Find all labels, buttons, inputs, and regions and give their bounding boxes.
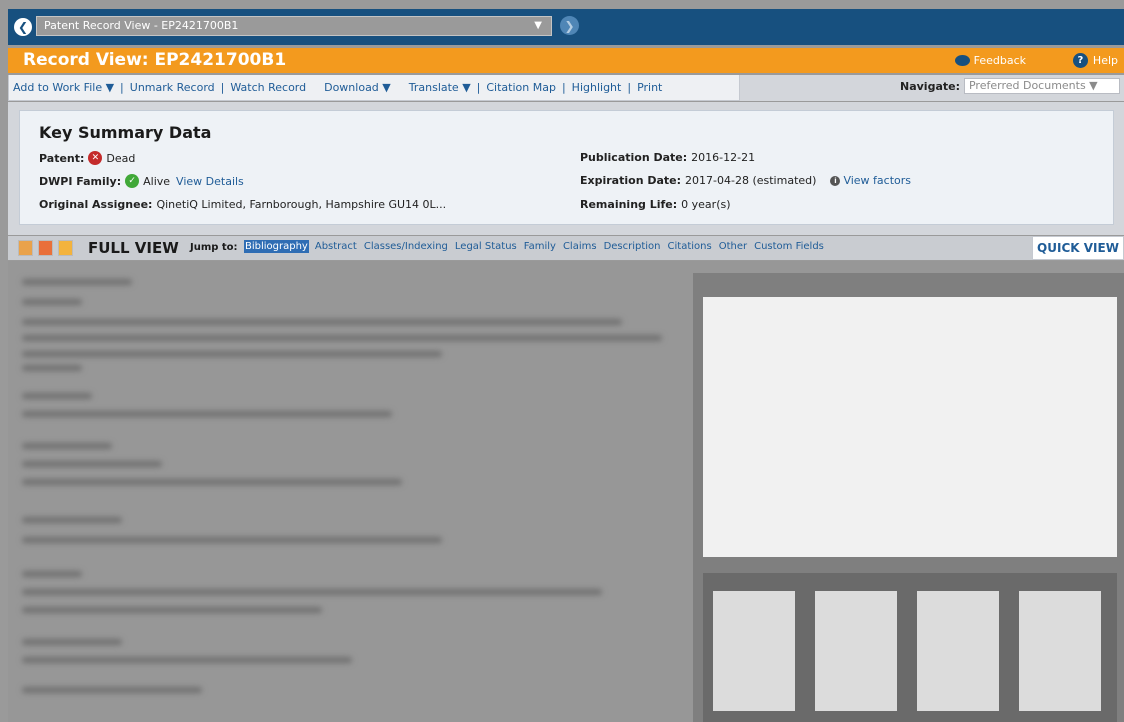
feedback-link[interactable]: Feedback: [954, 54, 1026, 67]
note-icon[interactable]: [58, 240, 73, 256]
blurred-drawing-preview: [693, 273, 1124, 722]
remaining-life-row: Remaining Life: 0 year(s): [580, 198, 731, 211]
forward-arrow-icon[interactable]: ❯: [560, 16, 579, 35]
add-to-work-file-menu[interactable]: Add to Work File ▼: [13, 81, 114, 94]
record-view-select[interactable]: Patent Record View - EP2421700B1 ▼: [36, 16, 552, 36]
dwpi-status: Alive: [143, 174, 171, 188]
question-icon: ?: [1072, 53, 1088, 68]
blurred-record-content: [8, 261, 1124, 722]
dwpi-label: DWPI Family:: [39, 174, 122, 188]
pdf-icon[interactable]: [18, 240, 33, 256]
info-icon: i: [830, 175, 841, 186]
drawing-image: [703, 297, 1117, 557]
check-circle-icon: ✓: [125, 174, 140, 188]
patent-status-row: Patent: ✕ Dead: [39, 151, 135, 165]
jump-custom-fields[interactable]: Custom Fields: [753, 240, 825, 253]
unmark-record-link[interactable]: Unmark Record: [130, 81, 215, 94]
translate-menu[interactable]: Translate ▼: [409, 81, 471, 94]
citation-map-link[interactable]: Citation Map: [486, 81, 556, 94]
action-toolbar: Add to Work File ▼ | Unmark Record | Wat…: [8, 75, 1124, 101]
jump-bibliography[interactable]: Bibliography: [244, 240, 309, 253]
separator: |: [561, 81, 566, 94]
navigate-select[interactable]: Preferred Documents ▼: [963, 78, 1120, 94]
navigate-control: Navigate: Preferred Documents ▼: [900, 78, 1120, 94]
action-links: Add to Work File ▼ | Unmark Record | Wat…: [8, 75, 740, 101]
separator: |: [627, 81, 632, 94]
record-select-label: Patent Record View - EP2421700B1: [44, 19, 239, 32]
jump-classes-indexing[interactable]: Classes/Indexing: [363, 240, 449, 253]
expiration-date-row: Expiration Date: 2017-04-28 (estimated) …: [580, 174, 911, 187]
full-view-label: FULL VIEW: [88, 239, 179, 257]
drawing-thumbnails: [703, 573, 1117, 722]
x-circle-icon: ✕: [88, 151, 103, 165]
print-link[interactable]: Print: [637, 81, 662, 94]
patent-status: Dead: [106, 151, 136, 165]
patent-label: Patent:: [39, 151, 85, 165]
watch-record-link[interactable]: Watch Record: [230, 81, 306, 94]
page-title: Record View: EP2421700B1: [23, 50, 287, 70]
help-label: Help: [1092, 54, 1118, 67]
jump-citations[interactable]: Citations: [667, 240, 713, 253]
remaining-life-value: 0 year(s): [681, 198, 731, 211]
navigate-label: Navigate:: [900, 79, 960, 93]
assignee-value: QinetiQ Limited, Farnborough, Hampshire …: [156, 198, 447, 211]
expiration-date-label: Expiration Date:: [580, 174, 682, 187]
speech-bubble-icon: [954, 55, 970, 66]
jump-abstract[interactable]: Abstract: [314, 240, 358, 253]
dwpi-family-row: DWPI Family: ✓ Alive View Details: [39, 174, 244, 188]
highlight-link[interactable]: Highlight: [572, 81, 622, 94]
jump-to-label: Jump to:: [190, 242, 238, 253]
publication-date-value: 2016-12-21: [691, 151, 756, 164]
separator: |: [476, 81, 481, 94]
quick-view-button[interactable]: QUICK VIEW: [1032, 236, 1124, 260]
remaining-life-label: Remaining Life:: [580, 198, 678, 211]
feedback-label: Feedback: [973, 54, 1026, 67]
assignee-row: Original Assignee: QinetiQ Limited, Farn…: [39, 198, 446, 211]
assignee-label: Original Assignee:: [39, 198, 153, 211]
expiration-date-value: 2017-04-28 (estimated): [685, 174, 817, 187]
jump-other[interactable]: Other: [718, 240, 748, 253]
summary-section: Key Summary Data Patent: ✕ Dead DWPI Fam…: [8, 102, 1124, 235]
jump-family[interactable]: Family: [523, 240, 557, 253]
download-menu[interactable]: Download ▼: [324, 81, 391, 94]
key-summary-panel: Key Summary Data Patent: ✕ Dead DWPI Fam…: [19, 110, 1114, 225]
jump-description[interactable]: Description: [603, 240, 662, 253]
record-title-bar: Record View: EP2421700B1 Feedback ? Help: [8, 48, 1124, 73]
summary-heading: Key Summary Data: [39, 123, 212, 142]
separator: |: [120, 81, 124, 94]
jump-links: Bibliography Abstract Classes/Indexing L…: [244, 240, 830, 253]
jump-legal-status[interactable]: Legal Status: [454, 240, 518, 253]
help-link[interactable]: ? Help: [1072, 53, 1118, 68]
view-details-link[interactable]: View Details: [176, 175, 244, 188]
edit-icon[interactable]: [38, 240, 53, 256]
jump-claims[interactable]: Claims: [562, 240, 598, 253]
back-arrow-icon[interactable]: ❮: [14, 18, 32, 36]
publication-date-label: Publication Date:: [580, 151, 688, 164]
separator: |: [220, 81, 225, 94]
full-view-bar: FULL VIEW Jump to: Bibliography Abstract…: [8, 236, 1124, 260]
publication-date-row: Publication Date: 2016-12-21: [580, 151, 755, 164]
view-factors-link[interactable]: View factors: [843, 174, 911, 187]
select-arrow-icon: ▼: [534, 20, 542, 31]
